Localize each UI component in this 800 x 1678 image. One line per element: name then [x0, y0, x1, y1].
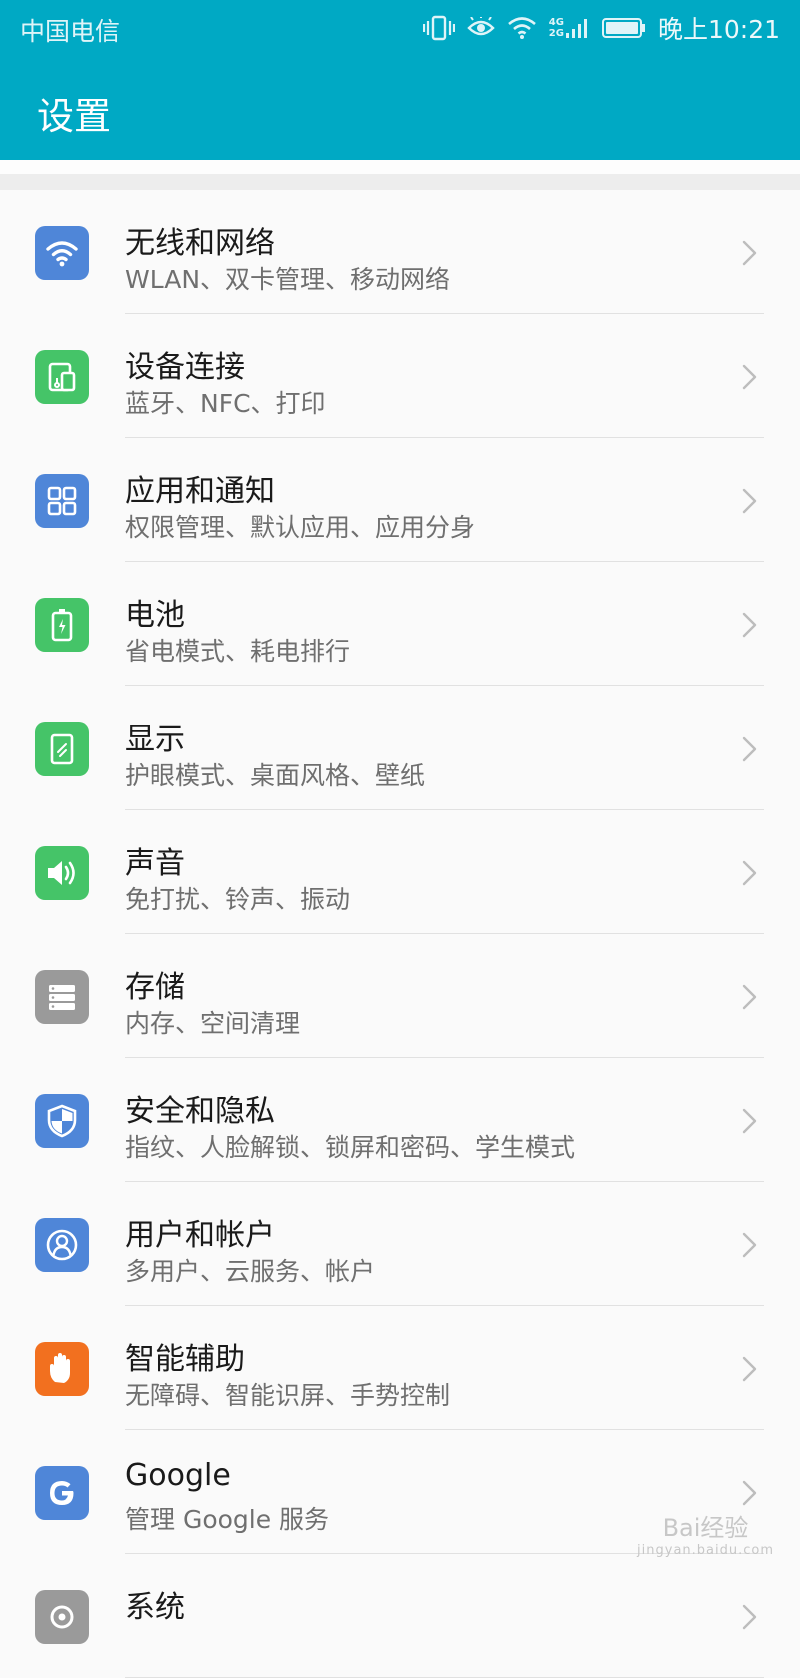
chevron-right-icon	[740, 1106, 760, 1140]
settings-item-subtitle: 权限管理、默认应用、应用分身	[125, 513, 476, 542]
settings-item-title: 无线和网络	[125, 226, 275, 261]
watermark: Bai经验 jingyan.baidu.com	[637, 1508, 774, 1558]
chevron-right-icon	[740, 1230, 760, 1264]
settings-list: 无线和网络 WLAN、双卡管理、移动网络设备连接蓝牙、NFC、打印应用和通知权限管…	[0, 190, 800, 1678]
chevron-right-icon	[740, 238, 760, 272]
status-bar: 中国电信 4G 2G 晚上10:21	[0, 0, 800, 56]
settings-item-subtitle: 管理 Google 服务	[125, 1505, 330, 1534]
settings-item-title: Google	[125, 1458, 231, 1493]
page-title: 设置	[37, 95, 111, 138]
system-icon	[35, 1590, 89, 1644]
header-spacer	[0, 160, 800, 174]
google-icon	[35, 1466, 89, 1520]
settings-item-title: 声音	[125, 846, 185, 881]
carrier-label: 中国电信	[20, 17, 121, 46]
settings-item[interactable]: 电池省电模式、耗电排行	[0, 562, 800, 686]
display-icon	[35, 722, 89, 776]
settings-item[interactable]: 无线和网络 WLAN、双卡管理、移动网络	[0, 190, 800, 314]
settings-item-title: 显示	[125, 722, 185, 757]
settings-item-title: 系统	[125, 1590, 185, 1625]
settings-item-subtitle: WLAN、双卡管理、移动网络	[125, 265, 451, 294]
settings-item[interactable]: 系统	[0, 1554, 800, 1678]
chevron-right-icon	[740, 1602, 760, 1636]
apps-grid-icon	[35, 474, 89, 528]
settings-item-title: 存储	[125, 970, 185, 1005]
user-icon	[35, 1218, 89, 1272]
settings-item-title: 智能辅助	[125, 1342, 245, 1377]
settings-item-subtitle: 多用户、云服务、帐户	[125, 1257, 376, 1286]
settings-item-subtitle: 省电模式、耗电排行	[125, 637, 351, 666]
chevron-right-icon	[740, 1354, 760, 1388]
settings-item-subtitle: 免打扰、铃声、振动	[125, 885, 351, 914]
settings-item-title: 安全和隐私	[125, 1094, 275, 1129]
storage-icon	[35, 970, 89, 1024]
settings-item-subtitle: 护眼模式、桌面风格、壁纸	[125, 761, 426, 790]
settings-item-title: 应用和通知	[125, 474, 275, 509]
chevron-right-icon	[740, 858, 760, 892]
settings-item[interactable]: 安全和隐私指纹、人脸解锁、锁屏和密码、学生模式	[0, 1058, 800, 1182]
settings-item-subtitle: 蓝牙、NFC、打印	[125, 389, 326, 418]
clock: 晚上10:21	[657, 15, 780, 44]
settings-item[interactable]: 存储 内存、空间清理	[0, 934, 800, 1058]
chevron-right-icon	[740, 982, 760, 1016]
status-icons: 4G 2G 晚上10:21	[422, 10, 780, 46]
cellular-signal-icon: 4G 2G	[549, 17, 590, 39]
settings-item[interactable]: 智能辅助无障碍、智能识屏、手势控制	[0, 1306, 800, 1430]
chevron-right-icon	[740, 362, 760, 396]
eye-comfort-icon	[467, 17, 495, 39]
watermark-line2: jingyan.baidu.com	[637, 1543, 774, 1558]
hand-icon	[35, 1342, 89, 1396]
network-type-top: 4G	[548, 17, 564, 28]
settings-item-title: 用户和帐户	[125, 1218, 275, 1253]
network-type-bottom: 2G	[548, 28, 564, 39]
battery-icon	[35, 598, 89, 652]
settings-item-title: 电池	[125, 598, 185, 633]
settings-item[interactable]: 显示护眼模式、桌面风格、壁纸	[0, 686, 800, 810]
wifi-icon	[35, 226, 89, 280]
chevron-right-icon	[740, 1478, 760, 1512]
wifi-status-icon	[507, 16, 537, 40]
settings-item[interactable]: 用户和帐户多用户、云服务、帐户	[0, 1182, 800, 1306]
battery-status-icon	[601, 17, 646, 39]
settings-item-subtitle: 内存、空间清理	[125, 1009, 301, 1038]
vibrate-icon	[422, 15, 455, 41]
settings-item[interactable]: 应用和通知权限管理、默认应用、应用分身	[0, 438, 800, 562]
device-connection-icon	[35, 350, 89, 404]
chevron-right-icon	[740, 486, 760, 520]
settings-item-subtitle: 指纹、人脸解锁、锁屏和密码、学生模式	[125, 1133, 576, 1162]
section-spacer	[0, 174, 800, 190]
header: 设置	[0, 56, 800, 160]
watermark-line1: Bai经验	[662, 1514, 749, 1542]
settings-item[interactable]: 设备连接蓝牙、NFC、打印	[0, 314, 800, 438]
chevron-right-icon	[740, 610, 760, 644]
shield-icon	[35, 1094, 89, 1148]
settings-item[interactable]: 声音免打扰、铃声、振动	[0, 810, 800, 934]
speaker-icon	[35, 846, 89, 900]
settings-item-subtitle: 无障碍、智能识屏、手势控制	[125, 1381, 451, 1410]
settings-item-title: 设备连接	[125, 350, 245, 385]
chevron-right-icon	[740, 734, 760, 768]
